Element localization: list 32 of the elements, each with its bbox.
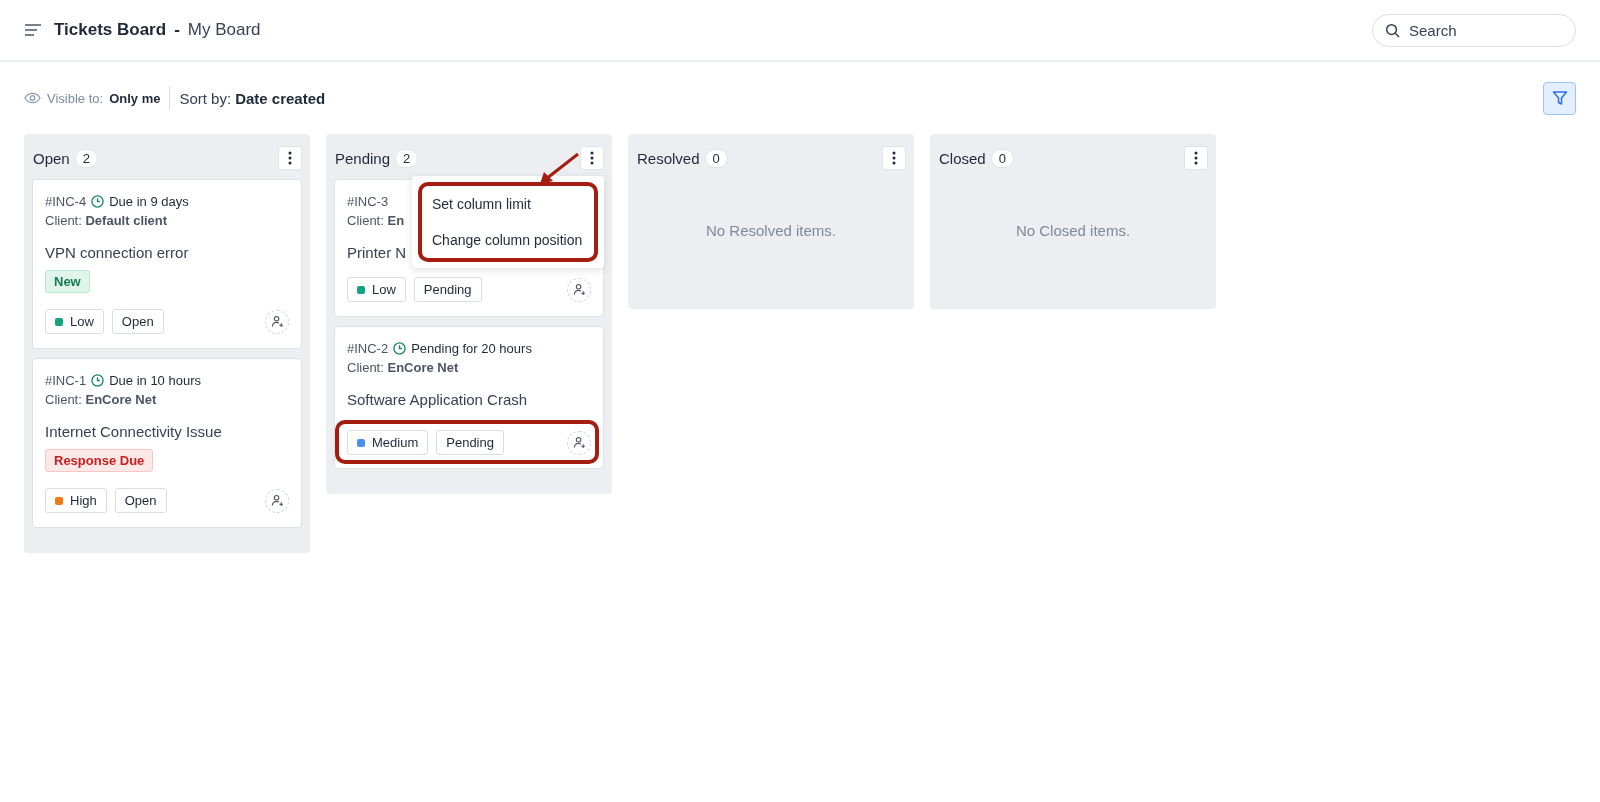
due-text: Due in 9 days xyxy=(109,193,189,209)
client-text: Client: EnCore Net xyxy=(45,392,158,407)
ticket-title: Printer N xyxy=(347,244,408,261)
empty-message: No Resolved items. xyxy=(704,222,838,239)
column-count: 0 xyxy=(704,148,728,168)
due-text: Due in 10 hours xyxy=(109,372,201,388)
ticket-id: #INC-4 xyxy=(45,193,87,209)
visibility-label: Visible to: xyxy=(47,90,104,106)
column-count: 0 xyxy=(990,148,1014,168)
column-title: Pending xyxy=(335,149,391,167)
page-title: Tickets Board xyxy=(54,20,167,40)
client-text: Client: EnCore Net xyxy=(347,360,460,375)
column-title: Open xyxy=(33,149,70,167)
column-title: Closed xyxy=(939,149,986,167)
column-count: 2 xyxy=(74,148,98,168)
ticket-id: #INC-1 xyxy=(45,372,87,388)
status-tag: New xyxy=(45,270,90,293)
sort-label: Sort by: xyxy=(179,89,232,107)
column-title: Resolved xyxy=(637,149,700,167)
board-name: My Board xyxy=(187,20,261,40)
ticket-title: Software Application Crash xyxy=(347,391,529,408)
ticket-id: #INC-2 xyxy=(347,340,389,356)
due-text: Pending for 20 hours xyxy=(411,340,532,356)
client-text: Client: Default client xyxy=(45,213,169,228)
column-count: 2 xyxy=(395,148,419,168)
client-text: Client: En xyxy=(347,213,406,228)
ticket-id: #INC-3 xyxy=(347,193,389,209)
status-tag: Response Due xyxy=(45,449,154,472)
ticket-title: VPN connection error xyxy=(45,244,190,261)
empty-message: No Closed items. xyxy=(1014,222,1132,239)
ticket-title: Internet Connectivity Issue xyxy=(45,423,223,440)
title-separator: - xyxy=(174,20,180,40)
